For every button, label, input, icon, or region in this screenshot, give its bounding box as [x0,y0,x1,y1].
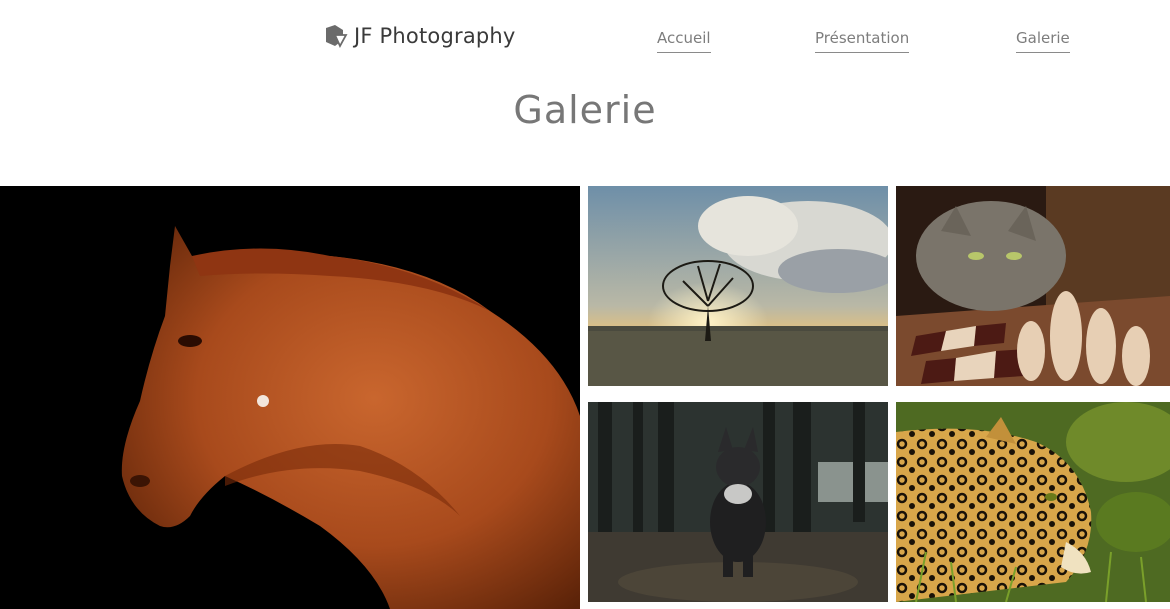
cat-chess-image [896,186,1170,386]
gallery-photo-tree-sunset[interactable] [588,186,888,386]
tree-sunset-image [588,186,888,386]
gallery-photo-horse[interactable] [0,186,580,609]
nav-accueil[interactable]: Accueil [657,29,711,53]
camera-logo-icon [326,25,348,49]
site-header: JF Photography Accueil Présentation Gale… [0,0,1170,80]
jaguar-image [896,402,1170,602]
gallery-photo-bulldog-forest[interactable] [588,402,888,602]
gallery-photo-jaguar[interactable] [896,402,1170,602]
nav-presentation[interactable]: Présentation [815,29,910,53]
page-title: Galerie [513,88,657,132]
nav-galerie[interactable]: Galerie [1016,29,1070,53]
bulldog-forest-image [588,402,888,602]
horse-image [0,186,580,609]
gallery-photo-cat-chess[interactable] [896,186,1170,386]
logo-text: JF Photography [354,24,516,48]
photo-gallery [0,186,1170,609]
logo-link[interactable]: JF Photography [322,22,516,50]
